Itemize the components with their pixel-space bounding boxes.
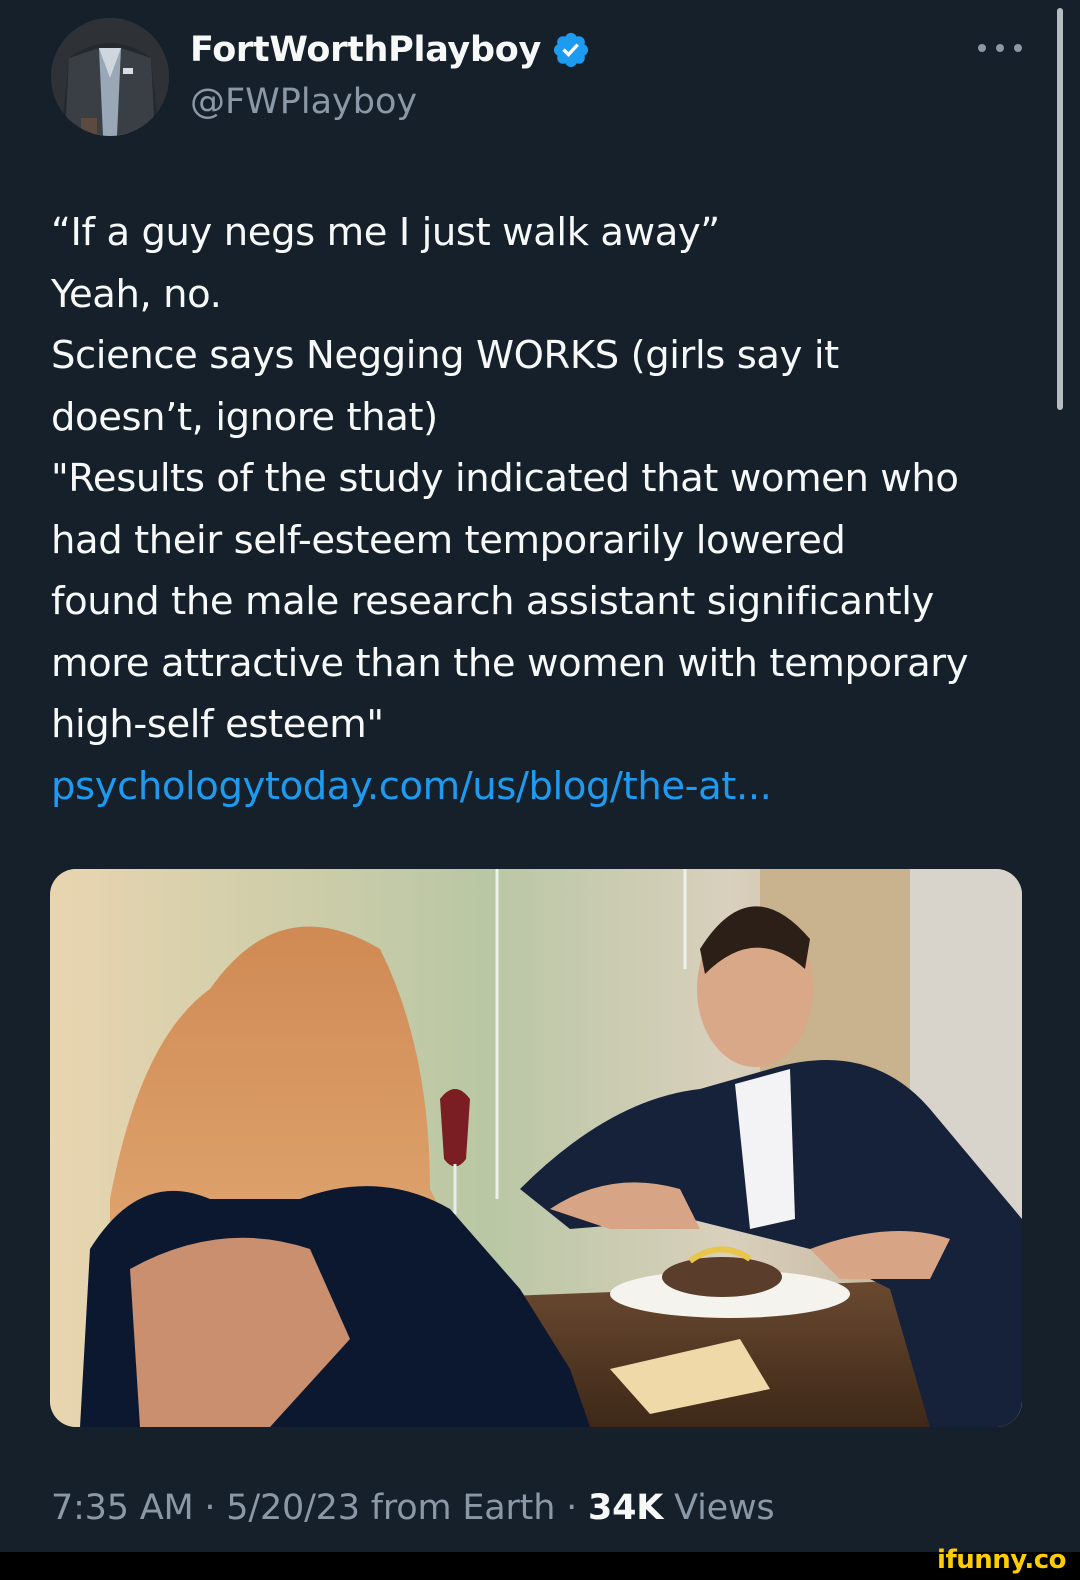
tweet-meta: 7:35 AM · 5/20/23 from Earth · 34K Views [51, 1488, 775, 1528]
tweet-date[interactable]: 5/20/23 [226, 1488, 360, 1528]
handle[interactable]: @FWPlayboy [190, 82, 417, 122]
display-name[interactable]: FortWorthPlayboy [190, 30, 541, 70]
article-link[interactable]: psychologytoday.com/us/blog/the-at... [51, 756, 1051, 818]
views-label: Views [674, 1488, 775, 1528]
tweet-text-line: doesn’t, ignore that) [51, 394, 438, 440]
author-row: FortWorthPlayboy [190, 30, 591, 70]
tweet: FortWorthPlayboy @FWPlayboy “If a guy ne… [0, 0, 1080, 1552]
tweet-text-line: had their self-esteem temporarily lowere… [51, 517, 846, 563]
tweet-text-line: "Results of the study indicated that wom… [51, 456, 959, 501]
tweet-text-line: Science says Negging WORKS (girls say it [51, 333, 839, 378]
tweet-text-line: high-self esteem" [51, 702, 384, 747]
tweet-text: “If a guy negs me I just walk away” Yeah… [51, 202, 1051, 817]
footer-bar [0, 1552, 1080, 1580]
views-count[interactable]: 34K [588, 1488, 663, 1528]
scrollbar[interactable] [1057, 8, 1063, 410]
verified-badge-icon [553, 32, 589, 68]
tweet-source: from Earth [370, 1488, 556, 1528]
more-options-icon[interactable] [978, 38, 1022, 58]
tweet-text-line: Yeah, no. [51, 271, 222, 317]
meta-separator: · [204, 1488, 216, 1528]
tweet-text-line: found the male research assistant signif… [51, 579, 934, 624]
tweet-time[interactable]: 7:35 AM [51, 1488, 194, 1528]
tweet-text-line: “If a guy negs me I just walk away” [51, 210, 720, 255]
watermark-logo: ifunny.co [937, 1545, 1066, 1575]
avatar[interactable] [51, 18, 169, 136]
tweet-text-line: more attractive than the women with temp… [51, 640, 969, 686]
meta-separator: · [566, 1488, 578, 1528]
attached-photo[interactable] [50, 869, 1022, 1427]
